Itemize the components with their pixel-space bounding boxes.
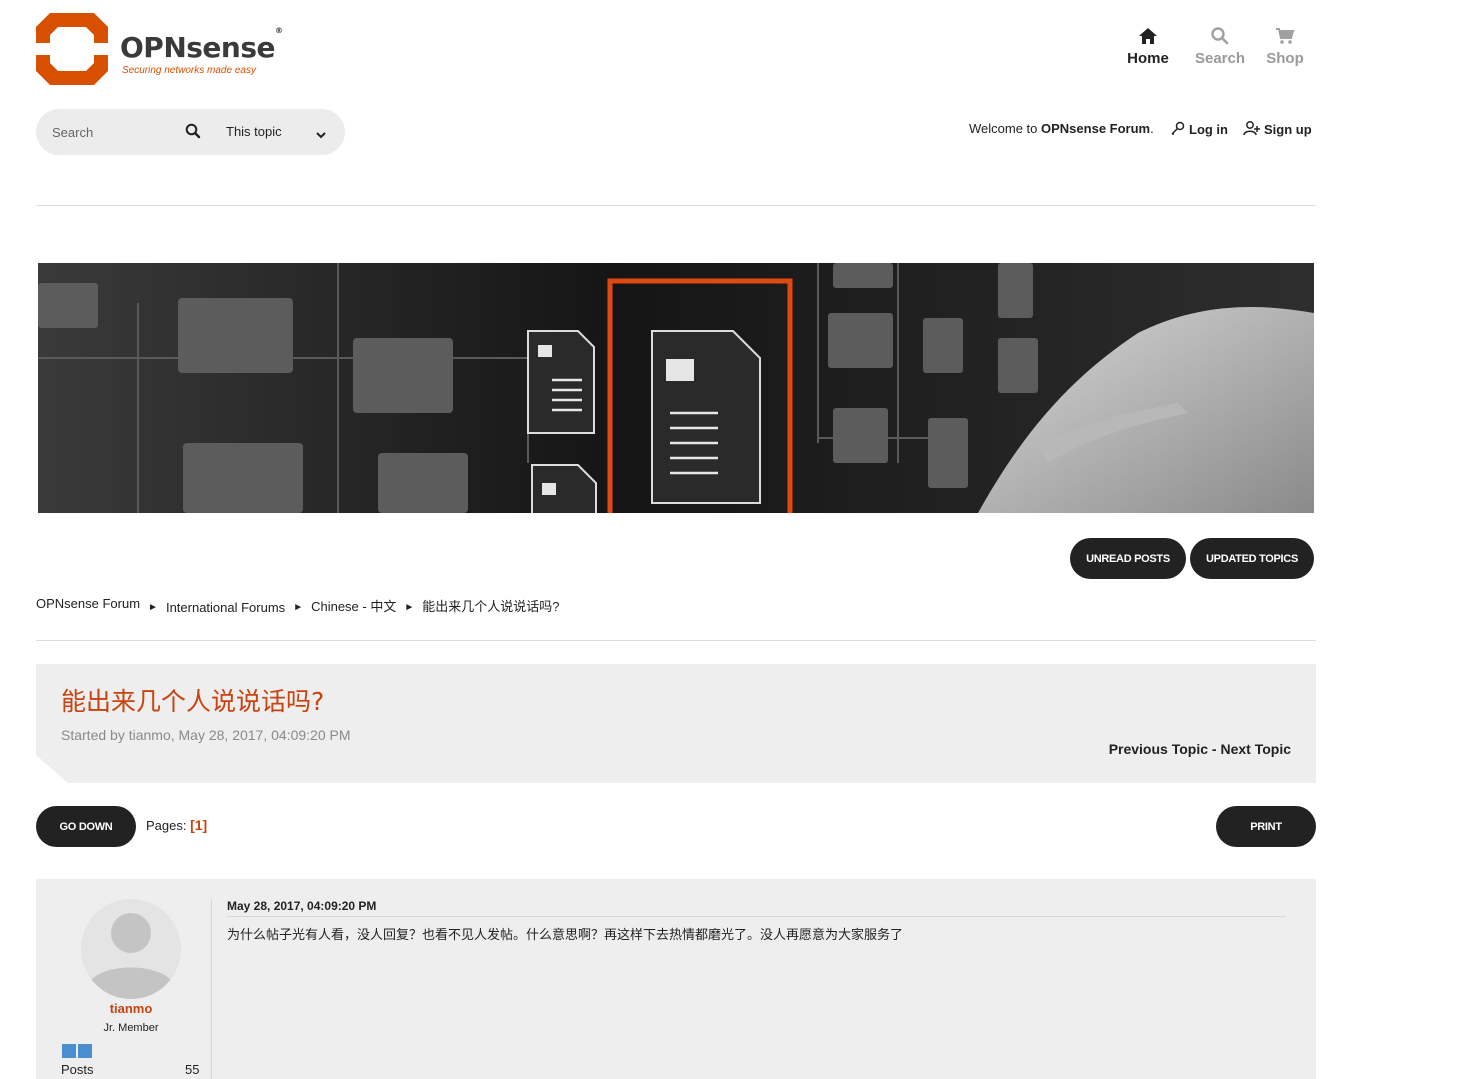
next-topic-link[interactable]: Next Topic: [1220, 741, 1291, 757]
add-user-icon: [1243, 120, 1261, 139]
topic-started-by: Started by tianmo, May 28, 2017, 04:09:2…: [61, 727, 351, 743]
poster-name[interactable]: tianmo: [36, 1001, 226, 1016]
home-icon: [1124, 26, 1172, 48]
welcome-text: Welcome to OPNsense Forum.: [969, 121, 1154, 136]
brand-tagline: Securing networks made easy: [122, 65, 256, 76]
nav-shop-label: Shop: [1266, 50, 1304, 67]
forum-banner-image: [38, 263, 1314, 513]
cart-icon: [1264, 26, 1306, 48]
breadcrumb: OPNsense Forum ► International Forums ► …: [36, 596, 559, 615]
post-body: 为什么帖子光有人看，没人回复？也看不见人发帖。什么意思啊？再这样下去热情都磨光了…: [227, 928, 904, 943]
previous-topic-link[interactable]: Previous Topic: [1109, 741, 1208, 757]
chevron-down-icon: [316, 125, 326, 139]
pages-indicator: Pages: [1]: [146, 817, 207, 833]
updated-topics-button[interactable]: Updated Topics: [1190, 538, 1314, 579]
search-scope-value: This topic: [226, 124, 282, 139]
topic-title: 能出来几个人说说话吗?: [61, 687, 325, 716]
nav-search[interactable]: Search: [1193, 26, 1247, 67]
nav-home-label: Home: [1127, 50, 1169, 67]
breadcrumb-separator: ►: [148, 602, 158, 613]
post-header-rule: [227, 916, 1286, 917]
signup-link[interactable]: Sign up: [1243, 120, 1312, 139]
opnsense-logo[interactable]: OPNsense® Securing networks made easy: [36, 13, 286, 85]
pages-label: Pages:: [146, 818, 187, 833]
poster-rank: Jr. Member: [103, 1022, 159, 1034]
post-container: tianmo Jr. Member Posts 55 May 28, 2017,…: [36, 879, 1316, 1079]
breadcrumb-item-forum[interactable]: OPNsense Forum: [36, 596, 140, 611]
print-button[interactable]: Print: [1216, 806, 1316, 847]
topic-navigation: Previous Topic - Next Topic: [1109, 741, 1291, 757]
key-icon: [1170, 120, 1186, 139]
nav-search-label: Search: [1194, 50, 1246, 67]
avatar[interactable]: [81, 899, 181, 999]
search-scope-select[interactable]: This topic: [226, 121, 336, 143]
breadcrumb-item-topic: 能出来几个人说说话吗?: [422, 599, 560, 614]
topic-header: 能出来几个人说说话吗? Started by tianmo, May 28, 2…: [36, 664, 1316, 783]
topic-nav-separator: -: [1208, 741, 1221, 757]
login-label: Log in: [1189, 122, 1228, 137]
default-avatar-icon: [81, 899, 181, 999]
breadcrumb-separator: ►: [293, 602, 304, 613]
rank-star-icon: [62, 1044, 76, 1058]
search-input[interactable]: [52, 121, 172, 143]
search-bar: This topic: [36, 109, 345, 155]
posts-count: 55: [185, 1062, 200, 1077]
breadcrumb-separator: ►: [404, 602, 415, 613]
signup-label: Sign up: [1264, 122, 1312, 137]
poster-info: tianmo Jr. Member Posts 55: [36, 879, 212, 1079]
current-page-link[interactable]: [1]: [190, 817, 207, 833]
forum-name: OPNsense Forum: [1041, 121, 1151, 136]
nav-home[interactable]: Home: [1124, 26, 1172, 67]
nav-shop[interactable]: Shop: [1264, 26, 1306, 67]
search-submit-icon[interactable]: [184, 122, 204, 142]
search-icon: [1193, 26, 1247, 48]
unread-posts-button[interactable]: Unread Posts: [1070, 538, 1186, 579]
post-divider: [211, 899, 212, 1079]
breadcrumb-item-international[interactable]: International Forums: [166, 600, 285, 615]
go-down-button[interactable]: Go Down: [36, 806, 136, 847]
header-divider: [36, 205, 1316, 206]
rank-stars: [62, 1044, 92, 1058]
breadcrumb-divider: [36, 640, 1316, 641]
post-date[interactable]: May 28, 2017, 04:09:20 PM: [227, 899, 376, 913]
logo-mark-icon: [36, 13, 108, 85]
posts-label: Posts: [61, 1062, 94, 1077]
brand-name: OPNsense®: [120, 25, 283, 64]
topic-header-corner: [36, 755, 68, 783]
breadcrumb-item-chinese[interactable]: Chinese - 中文: [311, 596, 396, 615]
login-link[interactable]: Log in: [1170, 120, 1228, 139]
rank-star-icon: [78, 1044, 92, 1058]
